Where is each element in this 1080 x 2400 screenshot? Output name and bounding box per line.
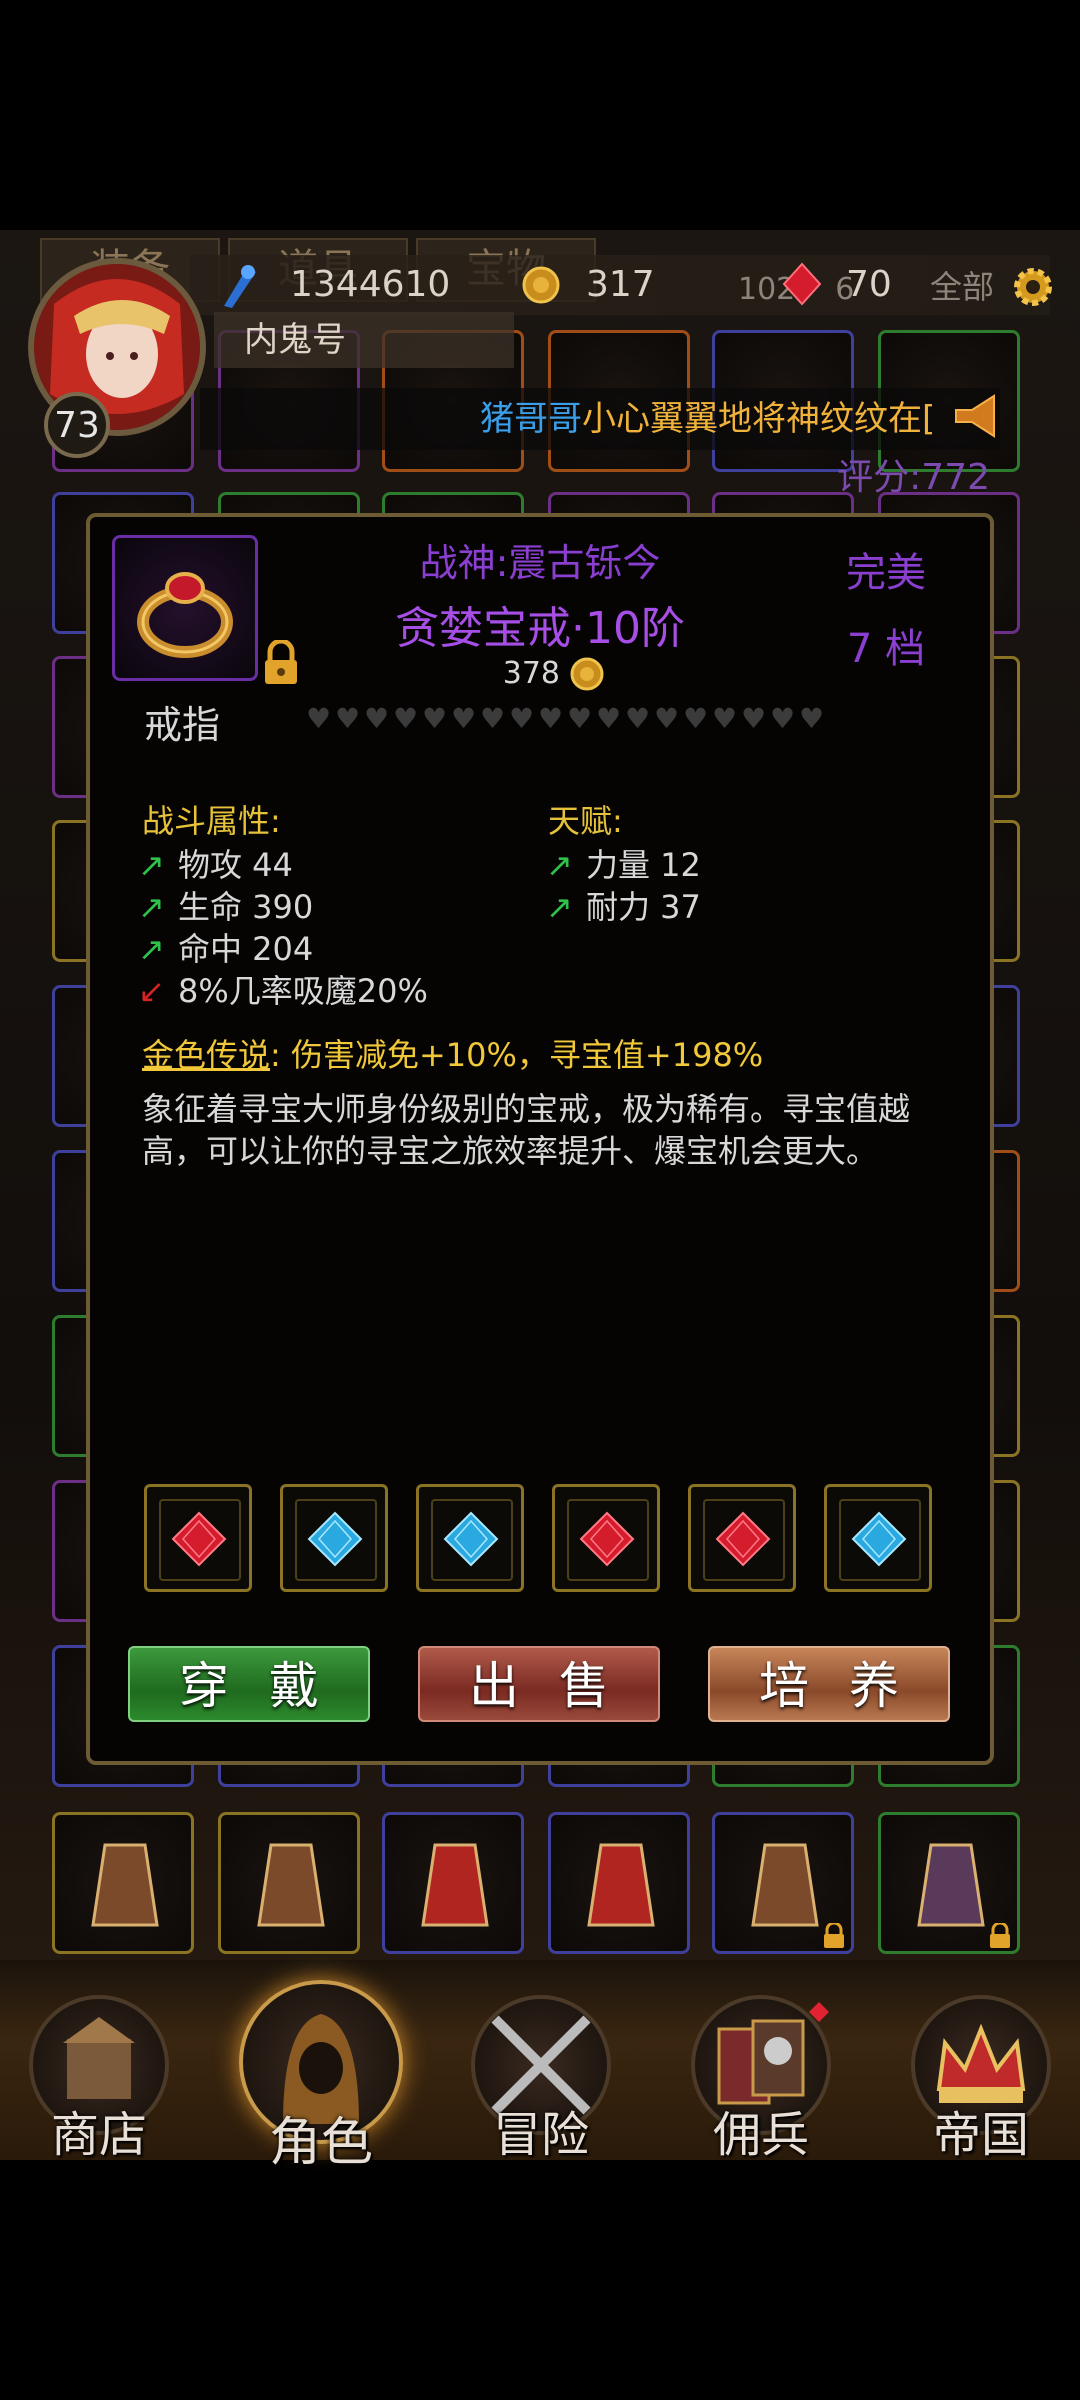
player-name: 内鬼号 [214, 312, 514, 368]
nav-adventure[interactable]: 冒险 [466, 1995, 616, 2163]
heart-icon: ♥ [480, 702, 506, 735]
heart-icon: ♥ [596, 702, 622, 735]
legendary-label[interactable]: 金色传说 [142, 1036, 270, 1074]
heart-icon: ♥ [335, 702, 361, 735]
nav-shop[interactable]: 商店 [24, 1995, 174, 2163]
legendary-effect: 金色传说: 伤害减免+10%，寻宝值+198% [142, 1030, 763, 1076]
robe-icon [415, 1835, 495, 1935]
gauntlet-icon [911, 1835, 991, 1935]
heart-icon: ♥ [625, 702, 651, 735]
gear-icon[interactable] [1008, 262, 1058, 312]
mana-quill-icon [218, 258, 262, 312]
lock-icon [987, 1921, 1013, 1949]
durability-hearts: ♥ ♥ ♥ ♥ ♥ ♥ ♥ ♥ ♥ ♥ ♥ ♥ ♥ ♥ ♥ ♥ ♥ ♥ [306, 702, 828, 735]
item-quality: 完美 [846, 550, 926, 596]
stat-row: ↗ 命中 204 [138, 930, 314, 968]
player-level-badge: 73 [44, 392, 110, 458]
coin-value: 317 [586, 264, 655, 305]
red-gem-icon [715, 1511, 771, 1567]
arrow-down-icon: ↙ [138, 972, 165, 1010]
equip-button[interactable]: 穿戴 [128, 1646, 370, 1722]
lock-icon[interactable] [262, 638, 300, 686]
ticker-message: 小心翼翼地将神纹纹在[ [582, 399, 936, 439]
sell-button[interactable]: 出售 [418, 1646, 660, 1722]
heart-icon: ♥ [741, 702, 767, 735]
mana-value: 1344610 [290, 264, 451, 305]
arrow-up-icon: ↗ [138, 846, 165, 884]
red-gem-icon [579, 1511, 635, 1567]
talent-list: ↗ 力量 12 ↗ 耐力 37 [546, 840, 701, 926]
item-icon-frame [112, 535, 258, 681]
gem-socket[interactable] [416, 1484, 524, 1592]
helmet-icon [251, 1835, 331, 1935]
talent-header: 天赋: [548, 802, 623, 840]
combat-stats-header: 战斗属性: [142, 802, 281, 840]
stat-row: ↗ 生命 390 [138, 888, 314, 926]
heart-icon: ♥ [683, 702, 709, 735]
inventory-slot[interactable] [218, 1812, 360, 1954]
item-slot-type: 戒指 [144, 703, 221, 747]
heart-icon: ♥ [538, 702, 564, 735]
red-gem-icon [171, 1511, 227, 1567]
combat-stats-list: ↗ 物攻 44 ↗ 生命 390 ↗ 命中 204 ↙ 8%几率吸魔20% [138, 840, 428, 1010]
arrow-up-icon: ↗ [138, 930, 165, 968]
item-description: 象征着寻宝大师身份级别的宝戒，极为稀有。寻宝值越高，可以让你的寻宝之旅效率提升、… [142, 1090, 911, 1170]
item-title: 贪婪宝戒·10阶 [395, 603, 685, 654]
arrow-up-icon: ↗ [138, 888, 165, 926]
megaphone-icon[interactable] [950, 388, 1006, 444]
heart-icon: ♥ [451, 702, 477, 735]
nav-mercenary[interactable]: 佣兵 [686, 1995, 836, 2163]
item-price: 378 [502, 656, 560, 691]
heart-icon: ♥ [770, 702, 796, 735]
stat-row: ↗ 力量 12 [546, 846, 701, 884]
heart-icon: ♥ [364, 702, 390, 735]
heart-icon: ♥ [654, 702, 680, 735]
glove-icon [85, 1835, 165, 1935]
filter-label[interactable]: 全部 [930, 262, 994, 312]
heart-icon: ♥ [712, 702, 738, 735]
blue-gem-icon [851, 1511, 907, 1567]
score-label: 评分:772 [837, 457, 990, 498]
gold-coin-icon [570, 657, 604, 691]
broadcast-ticker: 猪哥哥小心翼翼地将神纹纹在[ [200, 388, 1000, 450]
inventory-slot[interactable] [878, 1812, 1020, 1954]
legendary-text: : 伤害减免+10%，寻宝值+198% [270, 1036, 764, 1074]
gem-socket[interactable] [688, 1484, 796, 1592]
train-button[interactable]: 培养 [708, 1646, 950, 1722]
arrow-up-icon: ↗ [546, 846, 573, 884]
gem-socket[interactable] [280, 1484, 388, 1592]
stat-row: ↗ 耐力 37 [546, 888, 701, 926]
arrow-up-icon: ↗ [546, 888, 573, 926]
stat-row: ↗ 物攻 44 [138, 846, 293, 884]
lock-icon [821, 1921, 847, 1949]
inventory-slot[interactable] [548, 1812, 690, 1954]
heart-icon: ♥ [422, 702, 448, 735]
inventory-slot[interactable] [382, 1812, 524, 1954]
heart-icon: ♥ [799, 702, 825, 735]
inventory-slot[interactable] [52, 1812, 194, 1954]
gem-socket[interactable] [824, 1484, 932, 1592]
heart-icon: ♥ [306, 702, 332, 735]
gold-coin-icon [522, 266, 560, 304]
robe-icon [581, 1835, 661, 1935]
notification-gem-icon [808, 2001, 830, 2023]
gem-socket[interactable] [144, 1484, 252, 1592]
ticker-player-name: 猪哥哥 [480, 399, 582, 439]
blue-gem-icon [443, 1511, 499, 1567]
nav-empire[interactable]: 帝国 [906, 1995, 1056, 2163]
item-set-name: 战神:震古铄今 [419, 541, 661, 585]
nav-character[interactable]: 角色 [236, 1980, 406, 2173]
heart-icon: ♥ [567, 702, 593, 735]
gem-socket[interactable] [552, 1484, 660, 1592]
inventory-slot[interactable] [712, 1812, 854, 1954]
heart-icon: ♥ [393, 702, 419, 735]
gem-value: 70 [846, 264, 892, 305]
blue-gem-icon [307, 1511, 363, 1567]
red-gem-icon [782, 262, 822, 306]
ring-icon [137, 572, 233, 658]
heart-icon: ♥ [509, 702, 535, 735]
glove-icon [745, 1835, 825, 1935]
stat-row: ↙ 8%几率吸魔20% [138, 972, 428, 1010]
item-grade: 7 档 [846, 626, 926, 672]
